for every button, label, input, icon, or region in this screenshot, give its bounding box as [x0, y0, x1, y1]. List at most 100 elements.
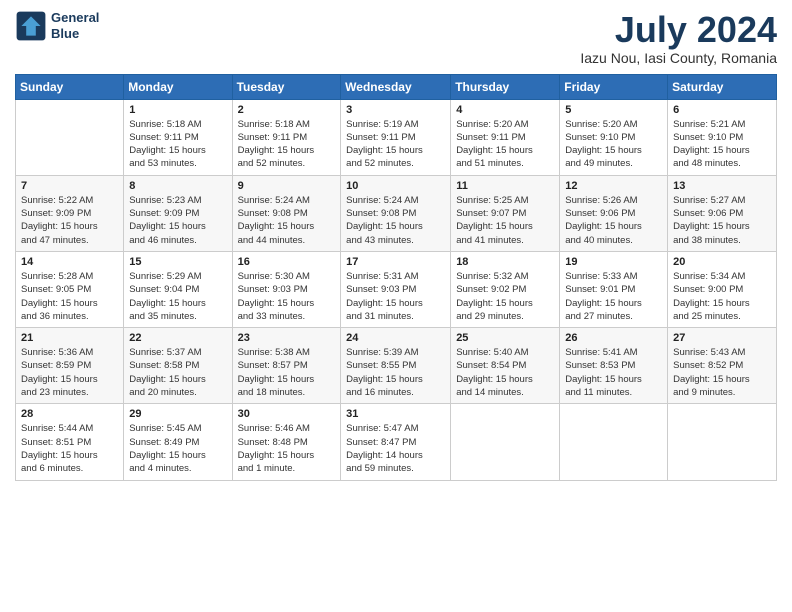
day-content: Sunrise: 5:41 AM Sunset: 8:53 PM Dayligh…	[565, 346, 662, 399]
day-number: 5	[565, 104, 662, 116]
day-number: 10	[346, 180, 445, 192]
day-number: 26	[565, 332, 662, 344]
weekday-header-saturday: Saturday	[668, 74, 777, 99]
day-content: Sunrise: 5:23 AM Sunset: 9:09 PM Dayligh…	[129, 194, 226, 247]
day-content: Sunrise: 5:36 AM Sunset: 8:59 PM Dayligh…	[21, 346, 118, 399]
calendar-cell: 22 Sunrise: 5:37 AM Sunset: 8:58 PM Dayli…	[124, 328, 232, 404]
day-content: Sunrise: 5:39 AM Sunset: 8:55 PM Dayligh…	[346, 346, 445, 399]
calendar-cell: 21Sunrise: 5:36 AM Sunset: 8:59 PM Dayli…	[16, 328, 124, 404]
calendar-cell: 8 Sunrise: 5:23 AM Sunset: 9:09 PM Daylig…	[124, 175, 232, 251]
calendar-cell	[668, 404, 777, 480]
calendar-cell: 20 Sunrise: 5:34 AM Sunset: 9:00 PM Dayli…	[668, 251, 777, 327]
day-content: Sunrise: 5:21 AM Sunset: 9:10 PM Dayligh…	[673, 118, 771, 171]
weekday-header-monday: Monday	[124, 74, 232, 99]
calendar-cell: 11Sunrise: 5:25 AM Sunset: 9:07 PM Dayli…	[451, 175, 560, 251]
day-number: 22	[129, 332, 226, 344]
day-content: Sunrise: 5:24 AM Sunset: 9:08 PM Dayligh…	[346, 194, 445, 247]
day-number: 18	[456, 256, 554, 268]
day-content: Sunrise: 5:20 AM Sunset: 9:11 PM Dayligh…	[456, 118, 554, 171]
calendar-cell: 28 Sunrise: 5:44 AM Sunset: 8:51 PM Dayli…	[16, 404, 124, 480]
day-number: 13	[673, 180, 771, 192]
day-content: Sunrise: 5:19 AM Sunset: 9:11 PM Dayligh…	[346, 118, 445, 171]
calendar-cell: 4 Sunrise: 5:20 AM Sunset: 9:11 PM Daylig…	[451, 99, 560, 175]
calendar-cell: 10 Sunrise: 5:24 AM Sunset: 9:08 PM Dayli…	[341, 175, 451, 251]
day-number: 6	[673, 104, 771, 116]
day-content: Sunrise: 5:44 AM Sunset: 8:51 PM Dayligh…	[21, 422, 118, 475]
day-content: Sunrise: 5:34 AM Sunset: 9:00 PM Dayligh…	[673, 270, 771, 323]
calendar-week-4: 21Sunrise: 5:36 AM Sunset: 8:59 PM Dayli…	[16, 328, 777, 404]
calendar-cell: 5 Sunrise: 5:20 AM Sunset: 9:10 PM Daylig…	[560, 99, 668, 175]
day-number: 3	[346, 104, 445, 116]
calendar-cell: 27 Sunrise: 5:43 AM Sunset: 8:52 PM Dayli…	[668, 328, 777, 404]
day-number: 23	[238, 332, 336, 344]
weekday-header-sunday: Sunday	[16, 74, 124, 99]
weekday-header-tuesday: Tuesday	[232, 74, 341, 99]
day-number: 17	[346, 256, 445, 268]
day-number: 25	[456, 332, 554, 344]
day-content: Sunrise: 5:32 AM Sunset: 9:02 PM Dayligh…	[456, 270, 554, 323]
day-number: 9	[238, 180, 336, 192]
calendar-cell: 26 Sunrise: 5:41 AM Sunset: 8:53 PM Dayli…	[560, 328, 668, 404]
day-number: 1	[129, 104, 226, 116]
location-subtitle: Iazu Nou, Iasi County, Romania	[580, 50, 777, 66]
calendar-cell: 1 Sunrise: 5:18 AM Sunset: 9:11 PM Daylig…	[124, 99, 232, 175]
calendar-cell: 19Sunrise: 5:33 AM Sunset: 9:01 PM Dayli…	[560, 251, 668, 327]
calendar-cell: 23 Sunrise: 5:38 AM Sunset: 8:57 PM Dayli…	[232, 328, 341, 404]
calendar-cell: 2 Sunrise: 5:18 AM Sunset: 9:11 PM Daylig…	[232, 99, 341, 175]
day-number: 4	[456, 104, 554, 116]
day-number: 28	[21, 408, 118, 420]
day-number: 15	[129, 256, 226, 268]
day-content: Sunrise: 5:43 AM Sunset: 8:52 PM Dayligh…	[673, 346, 771, 399]
calendar-cell: 15 Sunrise: 5:29 AM Sunset: 9:04 PM Dayli…	[124, 251, 232, 327]
day-content: Sunrise: 5:40 AM Sunset: 8:54 PM Dayligh…	[456, 346, 554, 399]
day-content: Sunrise: 5:27 AM Sunset: 9:06 PM Dayligh…	[673, 194, 771, 247]
day-content: Sunrise: 5:29 AM Sunset: 9:04 PM Dayligh…	[129, 270, 226, 323]
day-content: Sunrise: 5:46 AM Sunset: 8:48 PM Dayligh…	[238, 422, 336, 475]
day-number: 31	[346, 408, 445, 420]
header: General Blue July 2024 Iazu Nou, Iasi Co…	[15, 10, 777, 66]
day-content: Sunrise: 5:20 AM Sunset: 9:10 PM Dayligh…	[565, 118, 662, 171]
day-content: Sunrise: 5:38 AM Sunset: 8:57 PM Dayligh…	[238, 346, 336, 399]
day-content: Sunrise: 5:22 AM Sunset: 9:09 PM Dayligh…	[21, 194, 118, 247]
calendar-cell: 3 Sunrise: 5:19 AM Sunset: 9:11 PM Daylig…	[341, 99, 451, 175]
calendar-cell: 31 Sunrise: 5:47 AM Sunset: 8:47 PM Dayli…	[341, 404, 451, 480]
weekday-header-wednesday: Wednesday	[341, 74, 451, 99]
day-number: 29	[129, 408, 226, 420]
day-number: 2	[238, 104, 336, 116]
calendar-cell: 9 Sunrise: 5:24 AM Sunset: 9:08 PM Daylig…	[232, 175, 341, 251]
day-content: Sunrise: 5:30 AM Sunset: 9:03 PM Dayligh…	[238, 270, 336, 323]
logo: General Blue	[15, 10, 99, 42]
day-content: Sunrise: 5:47 AM Sunset: 8:47 PM Dayligh…	[346, 422, 445, 475]
calendar-cell: 14Sunrise: 5:28 AM Sunset: 9:05 PM Dayli…	[16, 251, 124, 327]
day-content: Sunrise: 5:37 AM Sunset: 8:58 PM Dayligh…	[129, 346, 226, 399]
weekday-header-friday: Friday	[560, 74, 668, 99]
calendar-week-1: 1 Sunrise: 5:18 AM Sunset: 9:11 PM Daylig…	[16, 99, 777, 175]
day-content: Sunrise: 5:25 AM Sunset: 9:07 PM Dayligh…	[456, 194, 554, 247]
calendar-week-2: 7 Sunrise: 5:22 AM Sunset: 9:09 PM Daylig…	[16, 175, 777, 251]
day-number: 8	[129, 180, 226, 192]
day-number: 20	[673, 256, 771, 268]
day-number: 27	[673, 332, 771, 344]
day-number: 7	[21, 180, 118, 192]
calendar-cell	[16, 99, 124, 175]
day-content: Sunrise: 5:18 AM Sunset: 9:11 PM Dayligh…	[238, 118, 336, 171]
calendar-cell: 6 Sunrise: 5:21 AM Sunset: 9:10 PM Daylig…	[668, 99, 777, 175]
day-content: Sunrise: 5:26 AM Sunset: 9:06 PM Dayligh…	[565, 194, 662, 247]
day-number: 16	[238, 256, 336, 268]
day-number: 19	[565, 256, 662, 268]
calendar-cell: 30Sunrise: 5:46 AM Sunset: 8:48 PM Dayli…	[232, 404, 341, 480]
logo-text: General Blue	[51, 10, 99, 41]
calendar-table: SundayMondayTuesdayWednesdayThursdayFrid…	[15, 74, 777, 481]
month-title: July 2024	[580, 10, 777, 50]
calendar-week-3: 14Sunrise: 5:28 AM Sunset: 9:05 PM Dayli…	[16, 251, 777, 327]
day-number: 12	[565, 180, 662, 192]
calendar-cell: 12 Sunrise: 5:26 AM Sunset: 9:06 PM Dayli…	[560, 175, 668, 251]
logo-icon	[15, 10, 47, 42]
day-content: Sunrise: 5:18 AM Sunset: 9:11 PM Dayligh…	[129, 118, 226, 171]
weekday-header-thursday: Thursday	[451, 74, 560, 99]
calendar-cell: 7 Sunrise: 5:22 AM Sunset: 9:09 PM Daylig…	[16, 175, 124, 251]
calendar-cell: 16 Sunrise: 5:30 AM Sunset: 9:03 PM Dayli…	[232, 251, 341, 327]
day-content: Sunrise: 5:24 AM Sunset: 9:08 PM Dayligh…	[238, 194, 336, 247]
calendar-cell: 18 Sunrise: 5:32 AM Sunset: 9:02 PM Dayli…	[451, 251, 560, 327]
calendar-cell: 13 Sunrise: 5:27 AM Sunset: 9:06 PM Dayli…	[668, 175, 777, 251]
